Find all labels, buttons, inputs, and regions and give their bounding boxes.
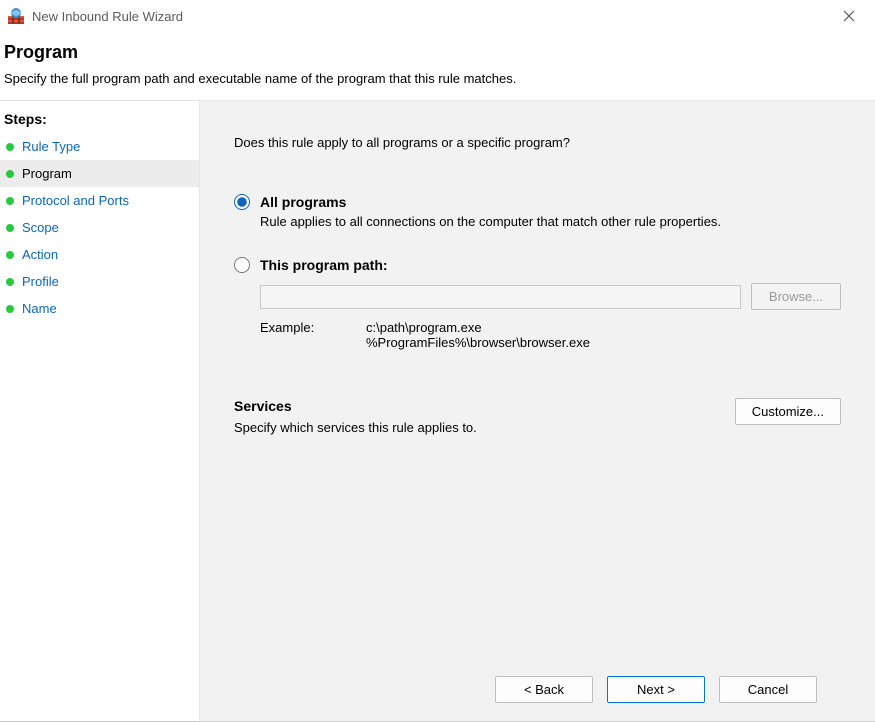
sidebar-step-protocol-and-ports[interactable]: Protocol and Ports [0,187,199,214]
radio-all-programs-desc: Rule applies to all connections on the c… [260,214,841,229]
radio-all-programs-input[interactable] [234,194,250,210]
example-values: c:\path\program.exe %ProgramFiles%\brows… [366,320,590,350]
window-title: New Inbound Rule Wizard [32,9,831,24]
sidebar-step-name[interactable]: Name [0,295,199,322]
content: Steps: Rule Type Program Protocol and Port… [0,101,875,721]
services-desc: Specify which services this rule applies… [234,420,477,435]
wizard-header: Program Specify the full program path an… [0,32,875,101]
radio-this-program-input[interactable] [234,257,250,273]
radio-all-programs-label: All programs [260,194,346,210]
radio-this-program-label: This program path: [260,257,388,273]
prompt-text: Does this rule apply to all programs or … [234,135,841,150]
titlebar: New Inbound Rule Wizard [0,0,875,32]
steps-sidebar: Steps: Rule Type Program Protocol and Port… [0,101,200,721]
option-this-program: This program path: Browse... Example: c:… [234,257,841,350]
main-panel: Does this rule apply to all programs or … [200,101,875,721]
sidebar-step-label: Rule Type [22,139,80,154]
option-all-programs: All programs Rule applies to all connect… [234,194,841,229]
sidebar-step-label: Program [22,166,72,181]
services-section: Services Specify which services this rul… [234,398,841,435]
sidebar-step-label: Name [22,301,57,316]
sidebar-step-label: Protocol and Ports [22,193,129,208]
cancel-button[interactable]: Cancel [719,676,817,703]
step-bullet-icon [6,251,14,259]
steps-heading: Steps: [0,107,199,133]
step-bullet-icon [6,170,14,178]
page-subtitle: Specify the full program path and execut… [4,71,871,86]
customize-button[interactable]: Customize... [735,398,841,425]
next-button[interactable]: Next > [607,676,705,703]
program-path-input[interactable] [260,285,741,309]
sidebar-step-program[interactable]: Program [0,160,199,187]
sidebar-step-label: Scope [22,220,59,235]
radio-this-program[interactable]: This program path: [234,257,841,273]
step-bullet-icon [6,278,14,286]
sidebar-step-action[interactable]: Action [0,241,199,268]
sidebar-step-scope[interactable]: Scope [0,214,199,241]
firewall-icon [8,8,24,24]
sidebar-step-profile[interactable]: Profile [0,268,199,295]
back-button[interactable]: < Back [495,676,593,703]
radio-all-programs[interactable]: All programs [234,194,841,210]
sidebar-step-label: Profile [22,274,59,289]
wizard-footer: < Back Next > Cancel [234,660,841,721]
services-title: Services [234,398,477,414]
step-bullet-icon [6,305,14,313]
close-button[interactable] [831,2,867,30]
example-label: Example: [260,320,366,350]
close-icon [843,10,855,22]
browse-button[interactable]: Browse... [751,283,841,310]
step-bullet-icon [6,197,14,205]
step-bullet-icon [6,143,14,151]
page-title: Program [4,42,871,63]
step-bullet-icon [6,224,14,232]
sidebar-step-label: Action [22,247,58,262]
sidebar-step-rule-type[interactable]: Rule Type [0,133,199,160]
